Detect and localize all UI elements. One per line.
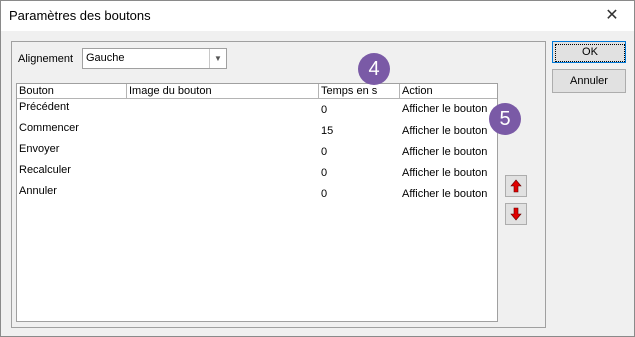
cell-bouton: Annuler bbox=[19, 185, 57, 197]
dialog-window: Paramètres des boutons ✕ Alignement Gauc… bbox=[0, 0, 635, 337]
buttons-grid: Bouton Image du bouton Temps en s Action… bbox=[16, 83, 498, 322]
table-row[interactable]: Recalculer 0 Afficher le bouton bbox=[17, 164, 497, 185]
column-header-action[interactable]: Action bbox=[400, 84, 497, 98]
alignment-value: Gauche bbox=[86, 52, 125, 64]
column-header-bouton[interactable]: Bouton bbox=[17, 84, 127, 98]
arrow-up-icon bbox=[510, 179, 522, 193]
cell-bouton: Envoyer bbox=[19, 143, 60, 155]
move-up-button[interactable] bbox=[505, 175, 527, 197]
table-row[interactable]: Précédent 0 Afficher le bouton bbox=[17, 101, 497, 122]
cancel-button[interactable]: Annuler bbox=[552, 69, 626, 93]
cell-action: Afficher le bouton bbox=[402, 103, 488, 115]
cell-action: Afficher le bouton bbox=[402, 146, 488, 158]
dialog-title: Paramètres des boutons bbox=[9, 8, 151, 23]
title-bar: Paramètres des boutons ✕ bbox=[1, 1, 634, 31]
cell-bouton: Recalculer bbox=[19, 164, 71, 176]
cell-temps: 0 bbox=[321, 188, 328, 200]
callout-badge-5: 5 bbox=[489, 103, 521, 135]
close-icon[interactable]: ✕ bbox=[598, 5, 626, 27]
table-row[interactable]: Envoyer 0 Afficher le bouton bbox=[17, 143, 497, 164]
cell-temps: 0 bbox=[321, 104, 328, 116]
alignment-dropdown[interactable]: Gauche ▼ bbox=[82, 48, 227, 69]
ok-button-label: OK bbox=[555, 44, 625, 62]
cell-action: Afficher le bouton bbox=[402, 125, 488, 137]
alignment-label: Alignement bbox=[18, 53, 74, 65]
cell-bouton: Précédent bbox=[19, 101, 70, 113]
cell-bouton: Commencer bbox=[19, 122, 79, 134]
cell-temps: 15 bbox=[321, 125, 334, 137]
table-row[interactable]: Annuler 0 Afficher le bouton bbox=[17, 185, 497, 206]
ok-button[interactable]: OK bbox=[552, 41, 626, 63]
cell-action: Afficher le bouton bbox=[402, 188, 488, 200]
grid-header: Bouton Image du bouton Temps en s Action bbox=[17, 84, 497, 99]
arrow-down-icon bbox=[510, 207, 522, 221]
column-header-temps[interactable]: Temps en s bbox=[319, 84, 400, 98]
callout-badge-4: 4 bbox=[358, 53, 390, 85]
chevron-down-icon[interactable]: ▼ bbox=[209, 49, 226, 68]
cell-action: Afficher le bouton bbox=[402, 167, 488, 179]
cell-temps: 0 bbox=[321, 146, 328, 158]
move-down-button[interactable] bbox=[505, 203, 527, 225]
column-header-image[interactable]: Image du bouton bbox=[127, 84, 319, 98]
cell-temps: 0 bbox=[321, 167, 328, 179]
table-row[interactable]: Commencer 15 Afficher le bouton bbox=[17, 122, 497, 143]
